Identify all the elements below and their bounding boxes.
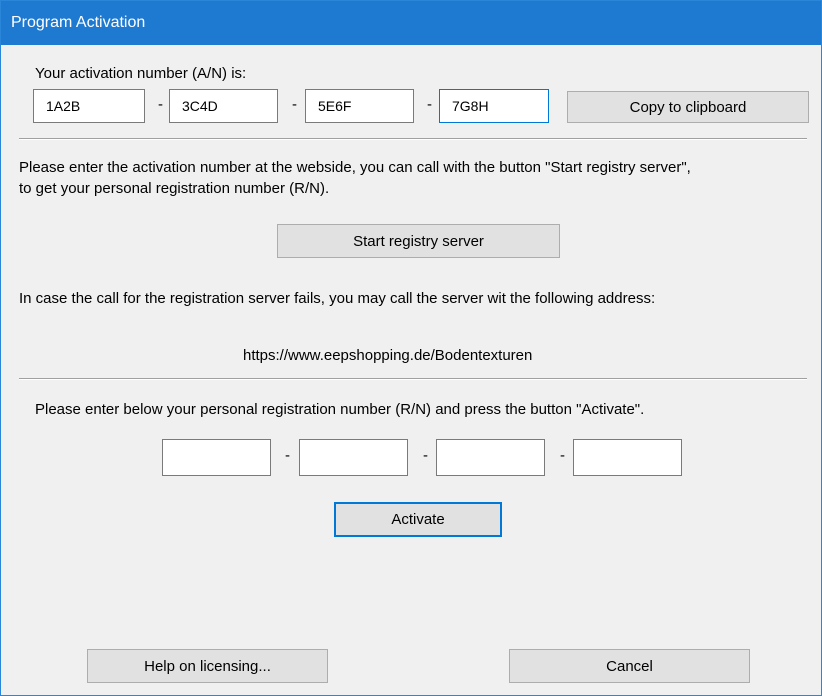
separator-dash: - [427, 96, 432, 113]
registry-url: https://www.eepshopping.de/Bodentexturen [243, 347, 533, 364]
registration-part-3-field[interactable] [436, 439, 545, 476]
start-registry-server-button[interactable]: Start registry server [277, 224, 560, 258]
registration-part-4-field[interactable] [573, 439, 682, 476]
fallback-text: In case the call for the registration se… [19, 290, 656, 307]
activation-part-2-field[interactable]: 3C4D [169, 89, 278, 123]
instruction-line-1: Please enter the activation number at th… [19, 159, 691, 176]
separator-dash: - [285, 447, 290, 464]
registration-instruction: Please enter below your personal registr… [35, 401, 645, 418]
activation-part-4-field[interactable]: 7G8H [439, 89, 549, 123]
separator-line [19, 378, 807, 380]
separator-dash: - [292, 96, 297, 113]
activation-part-1-field[interactable]: 1A2B [33, 89, 145, 123]
registration-part-2-field[interactable] [299, 439, 408, 476]
separator-dash: - [423, 447, 428, 464]
separator-dash: - [158, 96, 163, 113]
activation-part-3-field[interactable]: 5E6F [305, 89, 414, 123]
separator-line [19, 138, 807, 140]
help-on-licensing-button[interactable]: Help on licensing... [87, 649, 328, 683]
cancel-button[interactable]: Cancel [509, 649, 750, 683]
title-bar[interactable]: Program Activation [1, 1, 821, 45]
window-title: Program Activation [11, 14, 146, 31]
activate-button[interactable]: Activate [334, 502, 502, 537]
activation-number-label: Your activation number (A/N) is: [35, 65, 247, 82]
separator-dash: - [560, 447, 565, 464]
activation-dialog: Program Activation Your activation numbe… [0, 0, 822, 696]
copy-to-clipboard-button[interactable]: Copy to clipboard [567, 91, 809, 123]
instruction-line-2: to get your personal registration number… [19, 180, 330, 197]
registration-part-1-field[interactable] [162, 439, 271, 476]
